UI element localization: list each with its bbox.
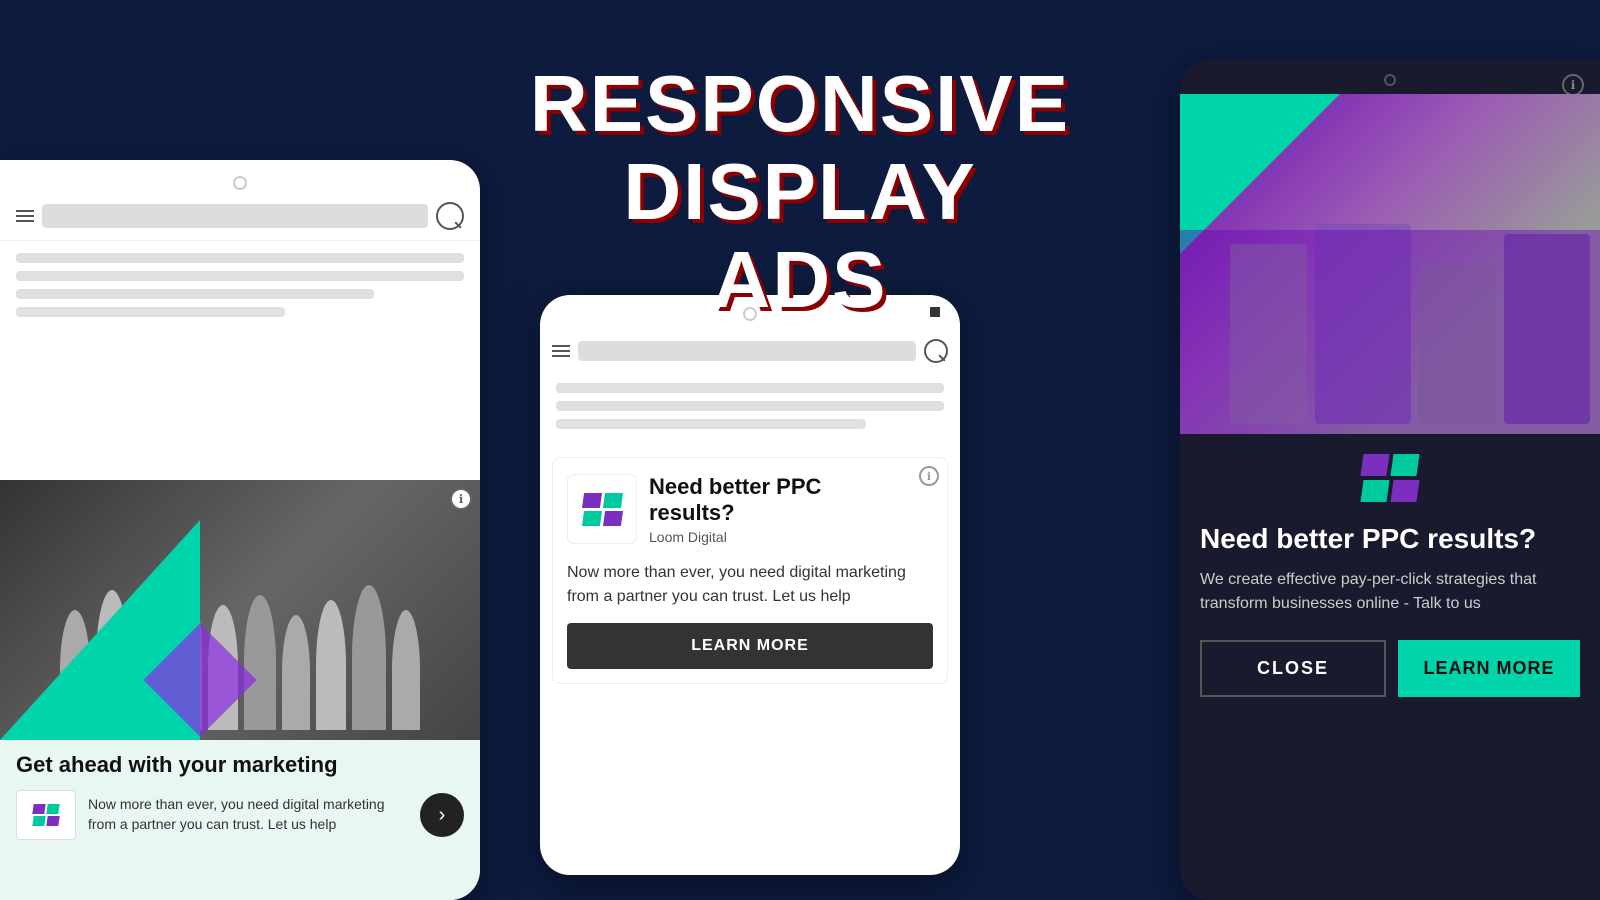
loom-logo-center: [567, 474, 637, 544]
tablet-camera-right: [1384, 74, 1396, 86]
ad-title-left: Get ahead with your marketing: [16, 752, 464, 778]
page-title-area: RESPONSIVE DISPLAY ADS: [450, 60, 1150, 324]
info-icon-center[interactable]: ℹ: [919, 466, 939, 486]
info-icon-right[interactable]: ℹ: [1562, 74, 1584, 96]
ad-header-center: Need better PPC results? Loom Digital: [553, 458, 947, 555]
left-phone-mockup: ℹ Get ahead with your marketing: [0, 160, 480, 900]
ad-desc-right: We create effective pay-per-click strate…: [1200, 568, 1580, 616]
office-photo-bg: [1180, 94, 1600, 434]
right-tablet-mockup: ℹ Need: [1180, 60, 1600, 900]
purple-overlay-right: [1180, 230, 1600, 434]
ad-title-center: Need better PPC results?: [649, 474, 821, 527]
ad-text-left: Get ahead with your marketing: [0, 740, 480, 852]
arrow-button-left[interactable]: ›: [420, 793, 464, 837]
ad-desc-left: Now more than ever, you need digital mar…: [88, 795, 408, 834]
content-line: [16, 271, 464, 281]
team-photo-bg: [0, 480, 480, 740]
content-line: [556, 383, 944, 393]
learn-more-button-center[interactable]: LEARN MORE: [567, 623, 933, 669]
ad-bottom-row: Now more than ever, you need digital mar…: [16, 790, 464, 840]
content-line: [556, 401, 944, 411]
search-bar-center[interactable]: [578, 341, 916, 361]
hamburger-icon-center[interactable]: [552, 345, 570, 357]
tablet-camera-area: [1180, 60, 1600, 94]
search-bar-left[interactable]: [42, 204, 428, 228]
content-line: [16, 289, 374, 299]
search-icon-center[interactable]: [924, 339, 948, 363]
ad-header-text-center: Need better PPC results? Loom Digital: [649, 474, 821, 545]
close-button-right[interactable]: CLOSE: [1200, 640, 1386, 697]
content-line: [16, 253, 464, 263]
loom-logo-right-container: [1180, 434, 1600, 522]
center-phone-mockup: ℹ Need better PPC results?: [540, 295, 960, 875]
browser-bar-left: [0, 160, 480, 241]
ad-buttons-right: CLOSE LEARN MORE: [1200, 640, 1580, 697]
content-lines-left: [0, 241, 480, 337]
content-lines-center: [540, 371, 960, 449]
ad-image-left: ℹ: [0, 480, 480, 740]
ad-card-left: ℹ Get ahead with your marketing: [0, 480, 480, 900]
content-line: [16, 307, 285, 317]
info-icon-left[interactable]: ℹ: [450, 488, 472, 510]
ad-image-right: [1180, 94, 1600, 434]
phone-camera-left: [233, 176, 247, 190]
hamburger-icon-left[interactable]: [16, 210, 34, 222]
ad-text-right: Need better PPC results? We create effec…: [1180, 522, 1600, 717]
ad-brand-center: Loom Digital: [649, 529, 821, 545]
ad-title-right: Need better PPC results?: [1200, 522, 1580, 556]
content-line: [556, 419, 866, 429]
learn-more-button-right[interactable]: LEARN MORE: [1398, 640, 1580, 697]
ad-card-center: ℹ Need better PPC results?: [552, 457, 948, 684]
page-title: RESPONSIVE DISPLAY ADS: [450, 60, 1150, 324]
loom-logo-left: [16, 790, 76, 840]
ad-body-center: Now more than ever, you need digital mar…: [553, 555, 947, 623]
